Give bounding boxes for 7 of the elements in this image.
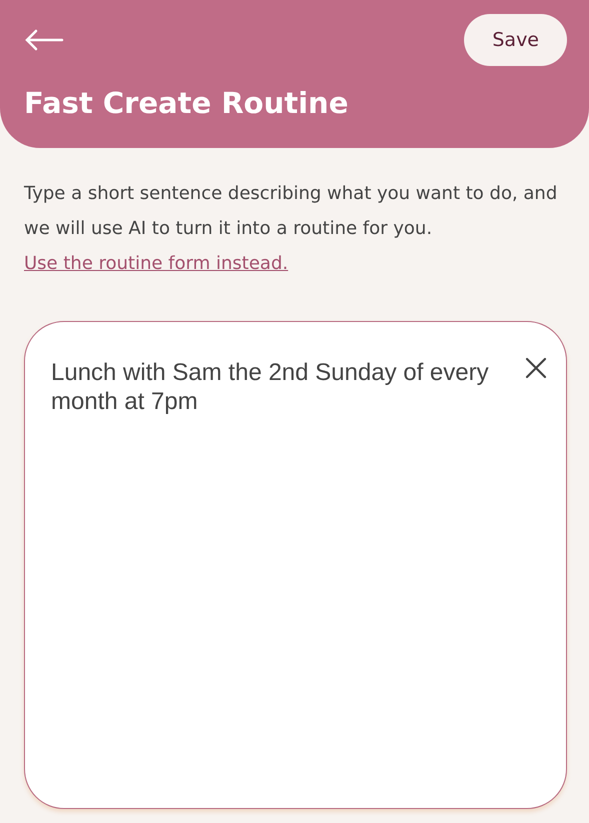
close-icon[interactable] bbox=[525, 357, 547, 379]
routine-form-link[interactable]: Use the routine form instead. bbox=[24, 253, 288, 274]
intro-text: Type a short sentence describing what you want to do, and we will use AI to turn it into a routine for you. Use the routine form instead. bbox=[24, 182, 558, 276]
sentence-field[interactable]: Lunch with Sam the 2nd Sunday of every month at 7pm bbox=[24, 321, 567, 809]
back-icon[interactable] bbox=[24, 28, 64, 52]
page-title: Fast Create Routine bbox=[24, 86, 350, 120]
save-button[interactable]: Save bbox=[464, 14, 567, 66]
